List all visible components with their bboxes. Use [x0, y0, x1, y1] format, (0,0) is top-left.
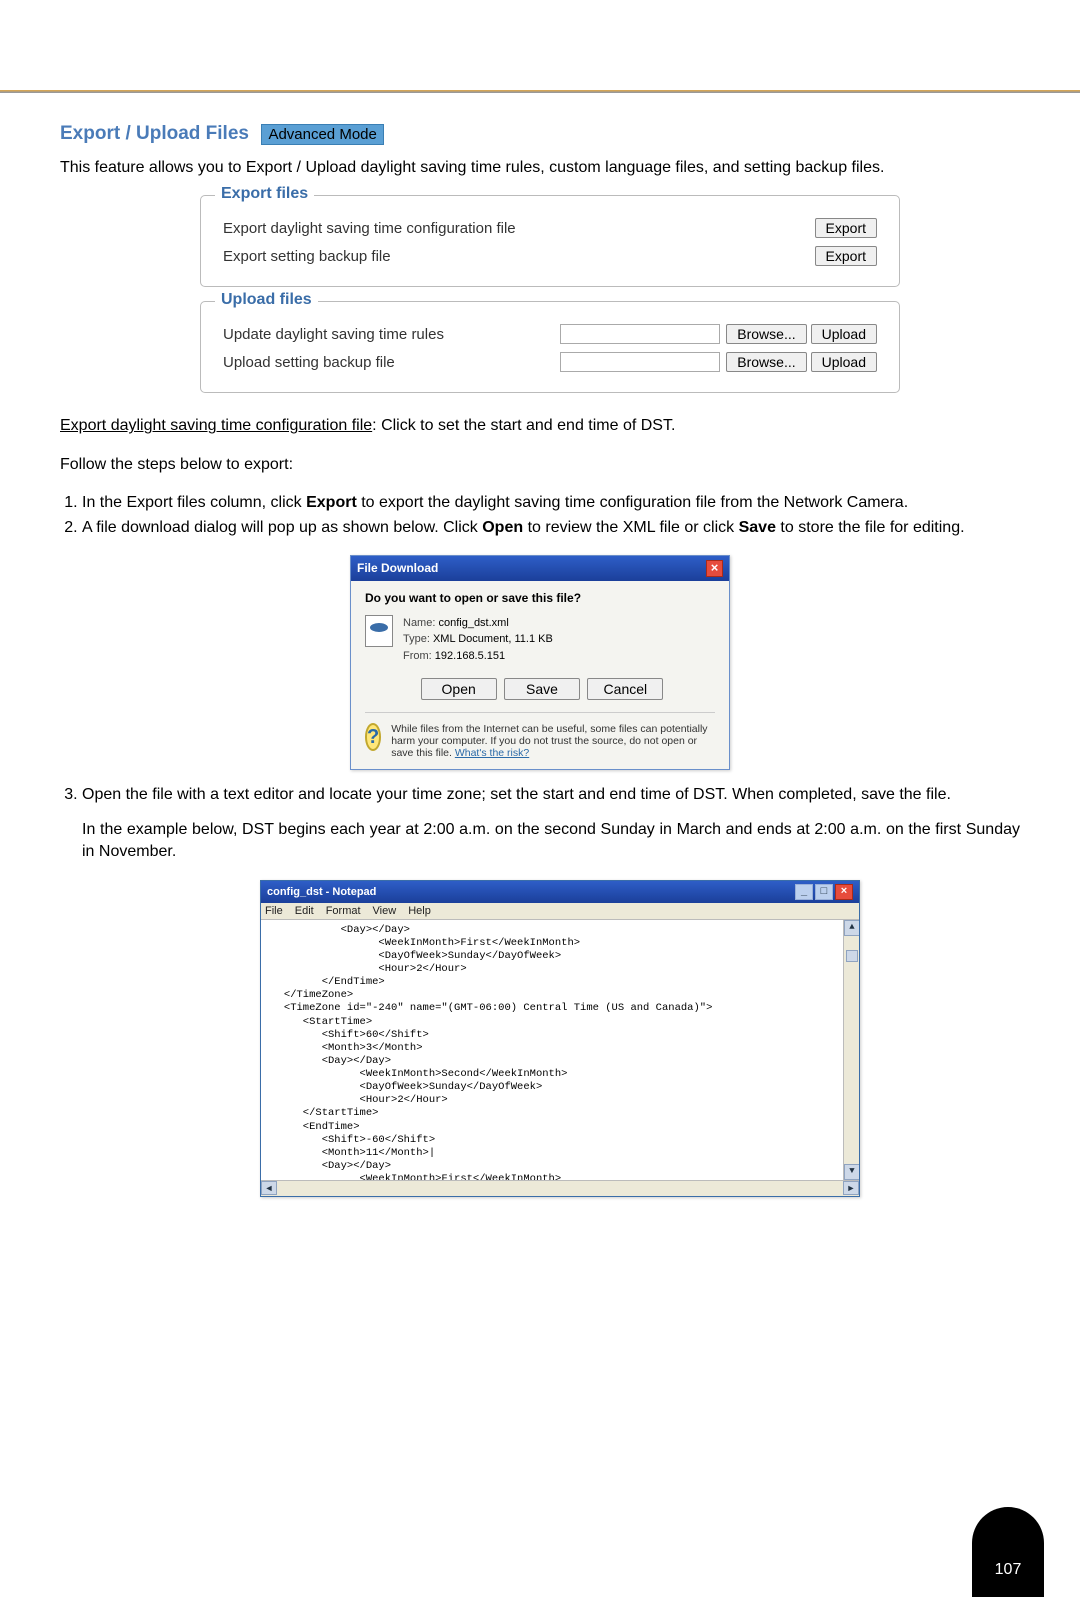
dialog-file-info: Name: config_dst.xml Type: XML Document,… — [403, 615, 553, 665]
upload-backup-upload-button[interactable]: Upload — [811, 352, 877, 372]
menu-help[interactable]: Help — [408, 905, 431, 917]
export-backup-button[interactable]: Export — [815, 246, 877, 266]
upload-dst-path-input[interactable] — [560, 324, 720, 344]
export-dst-desc-rest: : Click to set the start and end time of… — [372, 417, 675, 434]
upload-dst-upload-button[interactable]: Upload — [811, 324, 877, 344]
export-steps-list-2: Open the file with a text editor and loc… — [60, 784, 1020, 806]
upload-backup-label: Upload setting backup file — [223, 354, 560, 371]
step-1: In the Export files column, click Export… — [82, 492, 1020, 514]
upload-backup-path-input[interactable] — [560, 352, 720, 372]
export-panel-legend: Export files — [215, 185, 314, 203]
page-number-tab: 107 — [972, 1507, 1044, 1597]
export-dst-label: Export daylight saving time configuratio… — [223, 220, 811, 237]
close-icon[interactable]: × — [706, 560, 723, 577]
export-steps-list: In the Export files column, click Export… — [60, 492, 1020, 539]
export-dst-desc-lead: Export daylight saving time configuratio… — [60, 417, 372, 434]
dialog-save-button[interactable]: Save — [504, 678, 580, 700]
scroll-up-icon[interactable]: ▲ — [844, 920, 859, 936]
menu-format[interactable]: Format — [326, 905, 361, 917]
scroll-right-icon[interactable]: ► — [843, 1181, 859, 1195]
menu-view[interactable]: View — [373, 905, 397, 917]
scroll-down-icon[interactable]: ▼ — [844, 1164, 859, 1180]
page-content: Export / Upload Files Advanced Mode This… — [0, 93, 1080, 1237]
dialog-warning-text: While files from the Internet can be use… — [391, 723, 715, 759]
dialog-cancel-button[interactable]: Cancel — [587, 678, 663, 700]
warning-icon: ? — [365, 723, 381, 751]
upload-files-panel: Upload files Update daylight saving time… — [200, 301, 900, 393]
dialog-open-button[interactable]: Open — [421, 678, 497, 700]
notepad-window: config_dst - Notepad _ □ × File Edit For… — [260, 880, 860, 1197]
step-3: Open the file with a text editor and loc… — [82, 784, 1020, 806]
notepad-title-text: config_dst - Notepad — [267, 886, 376, 898]
minimize-icon[interactable]: _ — [795, 884, 813, 900]
export-backup-label: Export setting backup file — [223, 248, 811, 265]
mode-badge: Advanced Mode — [261, 124, 383, 145]
dialog-title-text: File Download — [357, 561, 438, 575]
follow-steps-label: Follow the steps below to export: — [60, 454, 1020, 476]
xml-file-icon — [365, 615, 393, 647]
section-title: Export / Upload Files — [60, 123, 249, 145]
menu-edit[interactable]: Edit — [295, 905, 314, 917]
notepad-menu: File Edit Format View Help — [261, 903, 859, 920]
export-files-panel: Export files Export daylight saving time… — [200, 195, 900, 287]
scroll-thumb[interactable] — [846, 950, 858, 962]
upload-backup-browse-button[interactable]: Browse... — [726, 352, 806, 372]
whats-the-risk-link[interactable]: What's the risk? — [455, 747, 529, 759]
export-backup-row: Export setting backup file Export — [223, 246, 877, 266]
horizontal-scrollbar[interactable]: ◄ ► — [261, 1180, 859, 1196]
close-icon[interactable]: × — [835, 884, 853, 900]
notepad-titlebar: config_dst - Notepad _ □ × — [261, 881, 859, 903]
upload-panel-legend: Upload files — [215, 291, 318, 309]
notepad-text-area[interactable]: <Day></Day> <WeekInMonth>First</WeekInMo… — [261, 920, 859, 1180]
dialog-question: Do you want to open or save this file? — [365, 591, 715, 605]
export-dst-description: Export daylight saving time configuratio… — [60, 415, 1020, 437]
section-header: Export / Upload Files Advanced Mode — [60, 123, 1020, 145]
file-download-dialog: File Download × Do you want to open or s… — [350, 555, 730, 771]
export-dst-button[interactable]: Export — [815, 218, 877, 238]
export-dst-row: Export daylight saving time configuratio… — [223, 218, 877, 238]
scroll-left-icon[interactable]: ◄ — [261, 1181, 277, 1195]
upload-dst-label: Update daylight saving time rules — [223, 326, 560, 343]
upload-dst-row: Update daylight saving time rules Browse… — [223, 324, 877, 344]
dialog-titlebar: File Download × — [351, 556, 729, 581]
menu-file[interactable]: File — [265, 905, 283, 917]
upload-dst-browse-button[interactable]: Browse... — [726, 324, 806, 344]
step-2: A file download dialog will pop up as sh… — [82, 517, 1020, 539]
intro-text: This feature allows you to Export / Uplo… — [60, 157, 1020, 179]
vertical-scrollbar[interactable]: ▲ ▼ — [843, 920, 859, 1180]
example-paragraph: In the example below, DST begins each ye… — [82, 819, 1020, 864]
upload-backup-row: Upload setting backup file Browse... Upl… — [223, 352, 877, 372]
page-number: 107 — [995, 1561, 1022, 1578]
maximize-icon[interactable]: □ — [815, 884, 833, 900]
